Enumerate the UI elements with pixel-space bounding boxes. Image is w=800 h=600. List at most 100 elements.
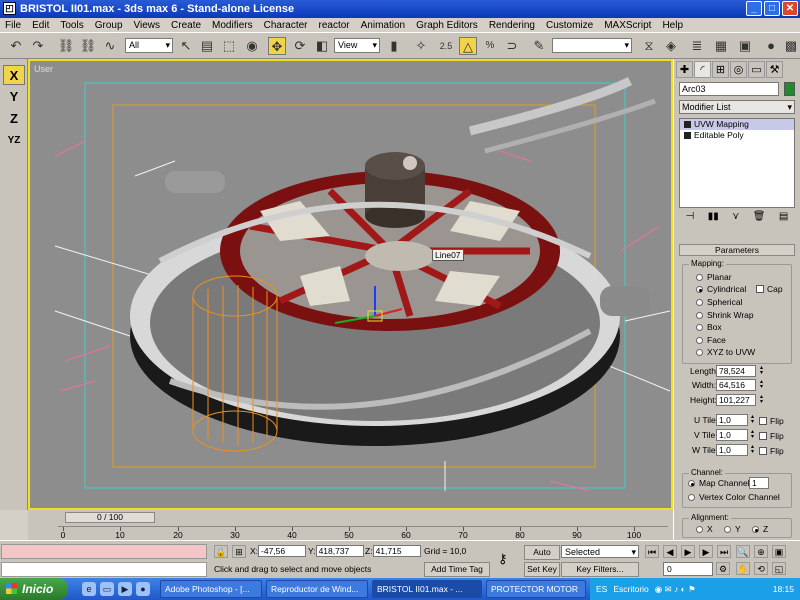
menu-create[interactable]: Create [171,20,201,31]
make-unique-icon[interactable]: ⋎ [732,211,739,227]
radio-align-z[interactable]: Z [752,523,768,535]
menu-group[interactable]: Group [95,20,123,31]
render-scene-icon[interactable]: ▩ [782,37,800,55]
desktop-toolbar[interactable]: Escritorio [613,578,648,600]
menu-graph-editors[interactable]: Graph Editors [416,20,478,31]
arc-rotate-icon[interactable]: ⟲ [754,562,768,575]
select-by-name-icon[interactable]: ▤ [198,37,216,55]
task-photoshop[interactable]: Adobe Photoshop - [... [160,580,262,598]
rotate-icon[interactable]: ⟳ [291,37,309,55]
selection-filter-dropdown[interactable]: All [125,38,173,53]
pan-icon[interactable]: ✋ [736,562,750,575]
menu-reactor[interactable]: reactor [319,20,350,31]
menu-rendering[interactable]: Rendering [489,20,535,31]
axis-x-button[interactable]: X [3,65,25,85]
pin-stack-icon[interactable]: ⊣ [686,211,695,227]
menu-customize[interactable]: Customize [546,20,593,31]
auto-key-button[interactable]: Auto Key [524,545,560,570]
utile-spinner[interactable]: ▴ ▾ [749,414,756,426]
next-frame-icon[interactable]: ▶ [699,545,713,558]
zoom-icon[interactable]: 🔍 [736,545,750,558]
pivot-center-icon[interactable]: ▮ [385,37,403,55]
length-field[interactable]: 78,524 [716,365,756,377]
spinner-snap-icon[interactable]: ⊃ [503,37,521,55]
go-to-start-icon[interactable]: ⏮ [645,545,659,558]
vtile-field[interactable]: 1,0 [716,429,748,441]
stack-item-editable-poly[interactable]: Editable Poly [680,130,794,141]
cap-checkbox[interactable]: Cap [756,283,783,295]
u-flip-checkbox[interactable]: Flip [759,415,784,427]
add-time-tag-button[interactable]: Add Time Tag [424,562,490,577]
x-field[interactable]: -47,56 [258,545,307,557]
select-manipulate-icon[interactable]: ✧ [412,37,430,55]
start-button[interactable]: Inicio [0,578,68,600]
task-protector-motor[interactable]: PROTECTOR MOTOR [486,580,586,598]
redo-icon[interactable]: ↷ [29,37,47,55]
schematic-view-icon[interactable]: ▣ [736,37,754,55]
radio-align-y[interactable]: Y [724,523,741,535]
create-tab-icon[interactable]: ✚ [676,61,693,78]
user-viewport[interactable]: User Line07 [28,59,673,510]
set-key-button[interactable]: Set Key [524,562,560,577]
menu-character[interactable]: Character [264,20,308,31]
zoom-all-icon[interactable]: ⊕ [754,545,768,558]
utile-field[interactable]: 1,0 [716,414,748,426]
lock-selection-icon[interactable]: 🔒 [214,545,228,558]
key-filters-button[interactable]: Key Filters... [561,562,639,577]
absolute-mode-icon[interactable]: ⊞ [232,545,246,558]
scale-icon[interactable]: ◧ [313,37,331,55]
radio-planar[interactable]: Planar [696,271,732,283]
rectangular-selection-icon[interactable]: ⬚ [220,37,238,55]
wtile-field[interactable]: 1,0 [716,444,748,456]
axis-yz-button[interactable]: YZ [3,131,25,151]
w-flip-checkbox[interactable]: Flip [759,445,784,457]
minimize-button[interactable]: _ [746,1,762,16]
show-desktop-icon[interactable]: ▭ [100,582,114,596]
ie-icon[interactable]: e [82,582,96,596]
align-icon[interactable]: ◈ [662,37,680,55]
messenger-icon[interactable]: ● [136,582,150,596]
language-indicator[interactable]: ES [596,578,607,600]
width-spinner[interactable]: ▴ ▾ [758,379,765,391]
axis-z-button[interactable]: Z [3,109,25,129]
bulb-icon[interactable] [684,121,691,128]
z-field[interactable]: 41,715 [372,545,421,557]
menu-maxscript[interactable]: MAXScript [604,20,651,31]
layer-manager-icon[interactable]: ≣ [688,37,706,55]
material-editor-icon[interactable]: ● [762,37,780,55]
task-3dsmax[interactable]: BRISTOL II01.max - ... [372,580,482,598]
window-crossing-icon[interactable]: ◉ [243,37,261,55]
vtile-spinner[interactable]: ▴ ▾ [749,429,756,441]
time-config-icon[interactable]: ⚙ [716,562,730,575]
maximize-viewport-icon[interactable]: ◱ [772,562,786,575]
menu-modifiers[interactable]: Modifiers [212,20,253,31]
select-object-icon[interactable]: ↖ [177,37,195,55]
snap-toggle-icon[interactable]: 2.5 [437,37,455,55]
menu-file[interactable]: File [5,20,21,31]
height-spinner[interactable]: ▴ ▾ [758,394,765,406]
hierarchy-tab-icon[interactable]: ⊞ [712,61,729,78]
stack-item-uvw-mapping[interactable]: UVW Mapping [680,119,794,130]
modify-tab-icon[interactable]: ◜ [694,61,711,78]
radio-vertex-color-channel[interactable]: Vertex Color Channel [688,491,780,503]
radio-align-x[interactable]: X [696,523,713,535]
show-end-result-icon[interactable]: ▮▮ [708,211,719,227]
go-to-end-icon[interactable]: ⏭ [717,545,731,558]
percent-snap-icon[interactable]: % [481,37,499,55]
bind-space-warp-icon[interactable]: ∿ [101,37,119,55]
menu-edit[interactable]: Edit [32,20,49,31]
width-field[interactable]: 64,516 [716,379,756,391]
close-button[interactable]: ✕ [782,1,798,16]
maximize-button[interactable]: □ [764,1,780,16]
radio-xyz-to-uvw[interactable]: XYZ to UVW [696,346,755,358]
media-player-icon[interactable]: ▶ [118,582,132,596]
current-frame-field[interactable]: 0 [663,562,713,576]
time-slider[interactable]: 0 / 100 [65,512,155,523]
edit-named-selection-icon[interactable]: ✎ [530,37,548,55]
object-color-swatch[interactable] [784,82,795,96]
menu-tools[interactable]: Tools [60,20,83,31]
menu-views[interactable]: Views [134,20,161,31]
radio-shrink-wrap[interactable]: Shrink Wrap [696,309,754,321]
previous-frame-icon[interactable]: ◀ [663,545,677,558]
map-channel-field[interactable]: 1 [749,477,769,489]
